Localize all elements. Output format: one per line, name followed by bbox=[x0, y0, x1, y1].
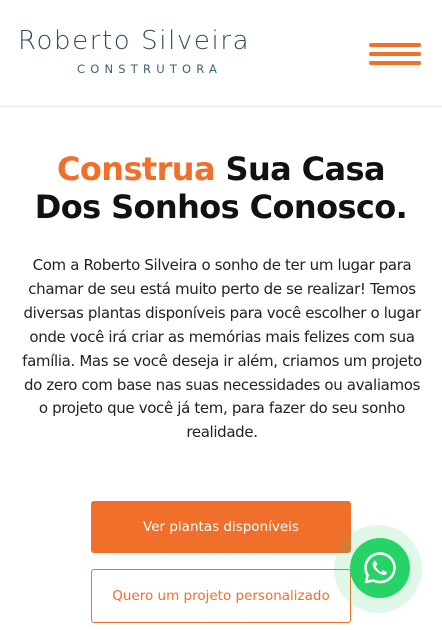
logo-subtitle: CONSTRUTORA bbox=[77, 62, 223, 76]
menu-bar bbox=[369, 43, 421, 47]
hero-title-line1: Sua Casa bbox=[214, 150, 385, 188]
whatsapp-icon bbox=[364, 552, 396, 584]
hero-description: Com a Roberto Silveira o sonho de ter um… bbox=[22, 256, 422, 442]
view-plans-button[interactable]: Ver plantas disponíveis bbox=[91, 501, 351, 553]
hero-title: Construa Sua Casa Dos Sonhos Conosco. bbox=[0, 150, 442, 226]
hero-title-line2: Dos Sonhos Conosco. bbox=[34, 188, 408, 226]
hero-title-accent: Construa bbox=[57, 150, 216, 188]
logo-name: Roberto Silveira bbox=[18, 26, 251, 56]
menu-bar bbox=[369, 52, 421, 56]
site-header: Roberto Silveira CONSTRUTORA bbox=[0, 0, 442, 107]
logo[interactable]: Roberto Silveira CONSTRUTORA bbox=[18, 24, 298, 76]
custom-project-button[interactable]: Quero um projeto personalizado bbox=[91, 569, 351, 623]
whatsapp-button[interactable] bbox=[350, 538, 410, 598]
page: Roberto Silveira CONSTRUTORA Construa Su… bbox=[0, 0, 442, 630]
hamburger-menu-icon[interactable] bbox=[369, 41, 421, 67]
menu-bar bbox=[369, 61, 421, 65]
